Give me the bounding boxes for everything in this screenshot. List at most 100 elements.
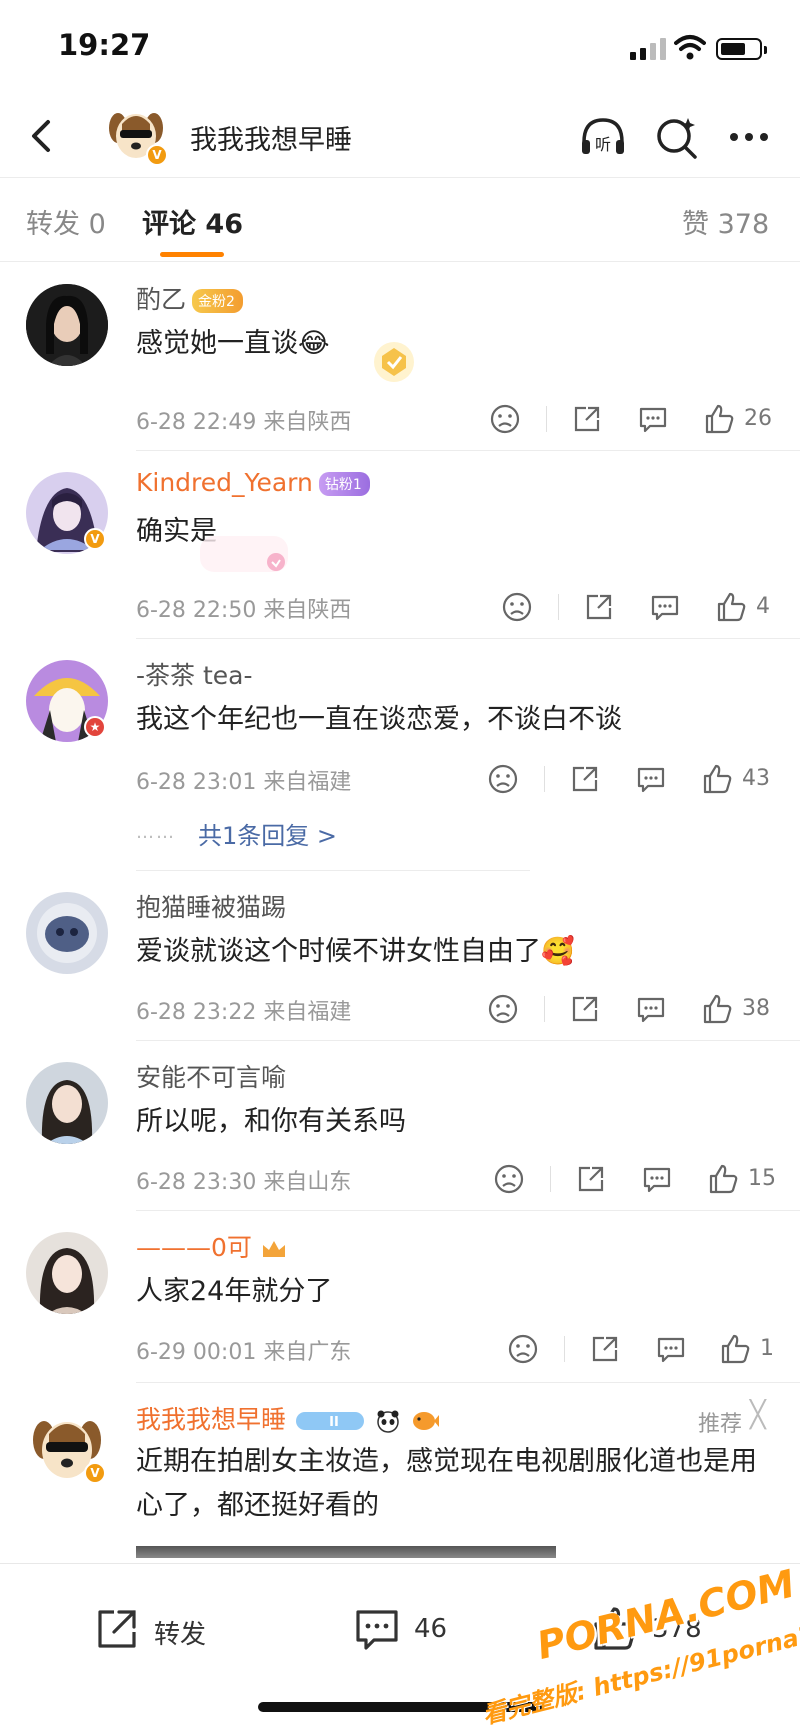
like-count: 38: [742, 996, 770, 1021]
listen-icon[interactable]: 听: [578, 112, 628, 162]
divider: [136, 1040, 800, 1041]
divider: [136, 1382, 800, 1383]
dislike-face-icon[interactable]: [500, 590, 534, 624]
reply-icon[interactable]: [634, 992, 668, 1026]
comment-actions: 4: [0, 590, 800, 626]
view-replies-link[interactable]: 共1条回复 >: [198, 816, 337, 851]
reply-icon[interactable]: [640, 1162, 674, 1196]
reply-icon[interactable]: [648, 590, 682, 624]
verified-badge-icon: V: [84, 1462, 106, 1484]
like-count: 15: [748, 1166, 776, 1191]
comment-actions: 38: [0, 992, 800, 1028]
like-count: 26: [744, 406, 772, 431]
fan-badge: 金粉2: [192, 289, 243, 313]
author-name: 我我我想早睡: [136, 1405, 287, 1434]
comment-actions: 15: [0, 1162, 800, 1198]
reply-icon[interactable]: [654, 1332, 688, 1366]
verified-badge-icon: V: [84, 528, 106, 550]
comment-text: 所以呢，和你有关系吗: [136, 1106, 406, 1137]
comment-icon: [356, 1610, 398, 1650]
tab-comments-label: 评论: [142, 209, 196, 240]
share-icon[interactable]: [568, 992, 602, 1026]
share-icon[interactable]: [574, 1162, 608, 1196]
comment-actions: 1: [0, 1332, 800, 1368]
crown-icon: [262, 1241, 285, 1257]
share-icon[interactable]: [568, 762, 602, 796]
like-icon[interactable]: [718, 1332, 752, 1366]
tab-likes[interactable]: 赞 378: [682, 202, 769, 241]
heart-sticker-icon: [200, 536, 288, 572]
comment-button[interactable]: 46: [352, 1604, 462, 1664]
close-icon[interactable]: ╳: [750, 1400, 766, 1430]
author-name: Kindred_Yearn: [136, 468, 313, 497]
verified-badge-icon: V: [146, 144, 168, 166]
comment-author[interactable]: 我我我想早睡 II: [136, 1400, 440, 1436]
header: V 我我我想早睡 听: [0, 96, 800, 178]
dislike-face-icon[interactable]: [492, 1162, 526, 1196]
status-bar: 19:27: [0, 0, 800, 96]
avatar[interactable]: [26, 1062, 108, 1144]
comment-image[interactable]: [136, 1546, 556, 1558]
comment-author[interactable]: 酌乙 金粉2: [136, 280, 243, 316]
comment-actions: 26: [0, 402, 800, 438]
like-icon[interactable]: [700, 762, 734, 796]
search-icon[interactable]: [652, 112, 702, 162]
panda-icon: [377, 1410, 399, 1433]
share-icon[interactable]: [570, 402, 604, 436]
share-icon[interactable]: [588, 1332, 622, 1366]
avatar[interactable]: [26, 892, 108, 974]
avatar[interactable]: [26, 1232, 108, 1314]
like-icon[interactable]: [702, 402, 736, 436]
tab-comments[interactable]: 评论 46: [142, 202, 243, 241]
comment-text: 爱谈就谈这个时候不讲女性自由了🥰: [136, 936, 575, 967]
like-count: 4: [756, 594, 770, 619]
share-icon[interactable]: [582, 590, 616, 624]
page-title: 我我我想早睡: [190, 125, 352, 156]
svg-text:II: II: [329, 1415, 339, 1430]
comment-author[interactable]: 安能不可言喻: [136, 1058, 286, 1094]
svg-text:听: 听: [595, 135, 611, 154]
tab-repost-count: 0: [88, 209, 106, 240]
recommend-label: 推荐: [698, 1412, 743, 1437]
like-count: 1: [760, 1336, 774, 1361]
tab-repost-label: 转发: [26, 209, 80, 240]
comment-text: 我这个年纪也一直在谈恋爱，不谈白不谈: [136, 704, 622, 735]
action-separator: [558, 594, 559, 620]
like-icon[interactable]: [714, 590, 748, 624]
active-tab-indicator: [160, 252, 224, 257]
header-avatar[interactable]: V: [104, 102, 168, 166]
sticker-icon: [374, 342, 414, 382]
like-count: 43: [742, 766, 770, 791]
cat-avatar-icon: [26, 892, 108, 974]
comment-author[interactable]: -茶茶 tea-: [136, 656, 253, 692]
author-name: ———0可: [136, 1233, 252, 1262]
author-name: 酌乙: [136, 285, 187, 314]
dislike-face-icon[interactable]: [488, 402, 522, 436]
like-icon[interactable]: [706, 1162, 740, 1196]
more-icon[interactable]: [724, 112, 774, 162]
divider: [136, 450, 800, 451]
tab-repost[interactable]: 转发 0: [26, 202, 106, 241]
divider: [136, 1210, 800, 1211]
reply-icon[interactable]: [636, 402, 670, 436]
comment-author[interactable]: ———0可: [136, 1228, 288, 1264]
portrait-avatar-icon: [26, 284, 108, 366]
dislike-face-icon[interactable]: [506, 1332, 540, 1366]
reply-icon[interactable]: [634, 762, 668, 796]
fan-badge: 钻粉1: [318, 472, 370, 496]
back-icon[interactable]: [22, 114, 66, 158]
battery-icon: [716, 38, 767, 60]
level-badge-icon: II: [295, 1412, 364, 1430]
comment-author[interactable]: Kindred_Yearn 钻粉1: [136, 468, 370, 497]
comment-author[interactable]: 抱猫睡被猫踢: [136, 888, 286, 924]
signal-icon: [630, 38, 666, 60]
action-separator: [564, 1336, 565, 1362]
avatar[interactable]: [26, 284, 108, 366]
dislike-face-icon[interactable]: [486, 762, 520, 796]
action-separator: [544, 766, 545, 792]
comment-text: 感觉她一直谈😂: [136, 328, 330, 359]
dislike-face-icon[interactable]: [486, 992, 520, 1026]
repost-button[interactable]: 转发: [92, 1604, 222, 1664]
like-icon[interactable]: [700, 992, 734, 1026]
divider: [136, 870, 530, 871]
